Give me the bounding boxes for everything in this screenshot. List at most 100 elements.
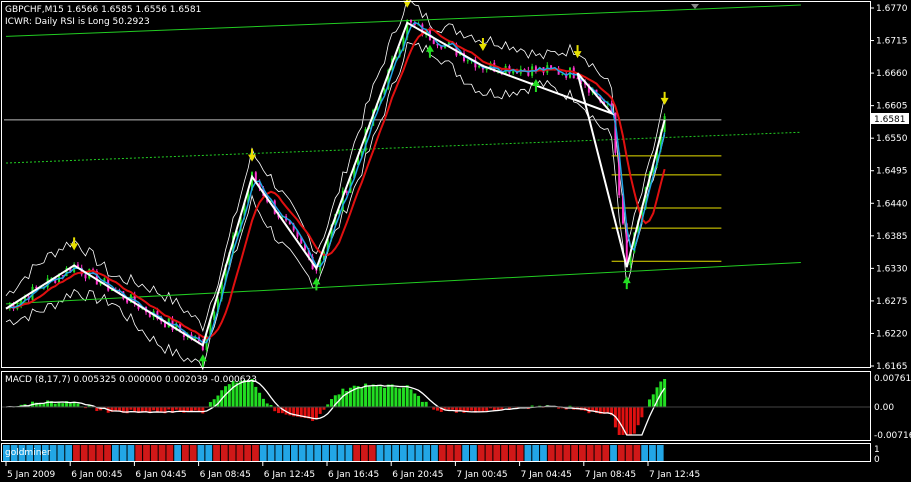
goldminer-segment bbox=[143, 445, 150, 461]
macd-bar bbox=[258, 392, 262, 407]
goldminer-segment bbox=[594, 445, 602, 461]
candle-body bbox=[432, 40, 435, 44]
macd-bar bbox=[636, 407, 640, 426]
goldminer-segment bbox=[625, 445, 633, 461]
trading-chart: GBPCHF,M15 1.6566 1.6585 1.6556 1.6581 I… bbox=[0, 0, 911, 482]
goldminer-segment bbox=[197, 445, 205, 461]
goldminer-segment bbox=[602, 445, 610, 461]
macd-bar bbox=[420, 401, 424, 407]
goldminer-tick-one: 1 bbox=[874, 445, 880, 455]
candle-body bbox=[410, 20, 413, 23]
macd-bar bbox=[208, 402, 212, 407]
macd-bar bbox=[265, 403, 269, 407]
price-tick-label: 1.6495 bbox=[876, 167, 908, 177]
goldminer-segment bbox=[361, 445, 368, 461]
goldminer-segment bbox=[158, 445, 166, 461]
price-tick-label: 1.6385 bbox=[876, 232, 908, 242]
goldminer-segment bbox=[252, 445, 259, 461]
macd-bar bbox=[398, 388, 402, 407]
price-tick-label: 1.6220 bbox=[876, 329, 908, 339]
goldminer-segment bbox=[205, 445, 213, 461]
macd-bar bbox=[413, 393, 417, 407]
candle-body bbox=[447, 42, 450, 44]
price-tick-label: 1.6715 bbox=[876, 37, 908, 47]
macd-bar bbox=[401, 387, 405, 407]
macd-bar bbox=[394, 387, 398, 407]
goldminer-segment bbox=[571, 445, 578, 461]
goldminer-segment bbox=[399, 445, 407, 461]
macd-bar bbox=[663, 379, 667, 407]
goldminer-segment bbox=[96, 445, 104, 461]
goldminer-segment bbox=[182, 445, 189, 461]
time-tick-label: 7 Jan 12:45 bbox=[649, 470, 700, 480]
macd-bar bbox=[186, 407, 190, 412]
goldminer-segment bbox=[329, 445, 337, 461]
macd-bar bbox=[118, 407, 122, 411]
goldminer-segment bbox=[656, 445, 664, 461]
goldminer-segment bbox=[392, 445, 399, 461]
goldminer-segment bbox=[353, 445, 361, 461]
macd-bar bbox=[254, 386, 258, 407]
goldminer-segment bbox=[532, 445, 540, 461]
goldminer-segment bbox=[49, 445, 57, 461]
goldminer-segment bbox=[267, 445, 275, 461]
goldminer-segment bbox=[189, 445, 197, 461]
goldminer-segment bbox=[578, 445, 586, 461]
macd-bar bbox=[201, 407, 205, 414]
goldminer-segment bbox=[259, 445, 267, 461]
macd-bar bbox=[383, 387, 387, 407]
goldminer-segment bbox=[454, 445, 462, 461]
candle-body bbox=[485, 68, 488, 70]
macd-bar bbox=[640, 407, 644, 418]
goldminer-segment bbox=[244, 445, 252, 461]
macd-bar bbox=[485, 407, 489, 412]
macd-tick-top: 0.007611 bbox=[874, 374, 911, 384]
price-tick-label: 1.6440 bbox=[876, 199, 908, 209]
time-tick-label: 7 Jan 08:45 bbox=[585, 470, 636, 480]
goldminer-segment bbox=[57, 445, 65, 461]
macd-bar bbox=[647, 399, 651, 407]
goldminer-segment bbox=[438, 445, 446, 461]
goldminer-segment bbox=[384, 445, 392, 461]
macd-bar bbox=[379, 386, 383, 407]
candle-body bbox=[478, 65, 481, 68]
macd-bar bbox=[386, 384, 390, 407]
macd-bar bbox=[367, 386, 371, 407]
macd-bar bbox=[390, 384, 394, 407]
macd-bar bbox=[409, 389, 413, 407]
goldminer-label: goldminer bbox=[5, 448, 51, 458]
goldminer-segment bbox=[345, 445, 353, 461]
goldminer-segment bbox=[540, 445, 547, 461]
goldminer-segment bbox=[524, 445, 532, 461]
price-tick-label: 1.6275 bbox=[876, 297, 908, 307]
price-tick-label: 1.6660 bbox=[876, 69, 908, 79]
symbol-header: GBPCHF,M15 1.6566 1.6585 1.6556 1.6581 bbox=[5, 5, 201, 15]
goldminer-segment bbox=[298, 445, 306, 461]
goldminer-segment bbox=[423, 445, 431, 461]
goldminer-segment bbox=[73, 445, 80, 461]
macd-bar bbox=[629, 407, 633, 435]
macd-bar bbox=[273, 407, 277, 412]
price-tick-label: 1.6330 bbox=[876, 264, 908, 274]
macd-bar bbox=[318, 407, 322, 414]
macd-bar bbox=[625, 407, 629, 435]
time-tick-label: 6 Jan 08:45 bbox=[200, 470, 251, 480]
macd-bar bbox=[632, 407, 636, 434]
goldminer-segment bbox=[322, 445, 329, 461]
goldminer-segment bbox=[477, 445, 485, 461]
goldminer-segment bbox=[88, 445, 96, 461]
goldminer-segment bbox=[111, 445, 119, 461]
goldminer-segment bbox=[563, 445, 571, 461]
goldminer-segment bbox=[236, 445, 244, 461]
macd-bar bbox=[462, 407, 466, 413]
goldminer-segment bbox=[501, 445, 508, 461]
time-tick-label: 6 Jan 20:45 bbox=[392, 470, 443, 480]
macd-bar bbox=[405, 385, 409, 407]
goldminer-segment bbox=[547, 445, 555, 461]
current-price-label: 1.6581 bbox=[874, 115, 906, 125]
macd-bar bbox=[140, 407, 144, 412]
goldminer-segment bbox=[127, 445, 135, 461]
macd-bar bbox=[470, 407, 474, 411]
macd-bar bbox=[330, 399, 334, 407]
goldminer-segment bbox=[617, 445, 625, 461]
